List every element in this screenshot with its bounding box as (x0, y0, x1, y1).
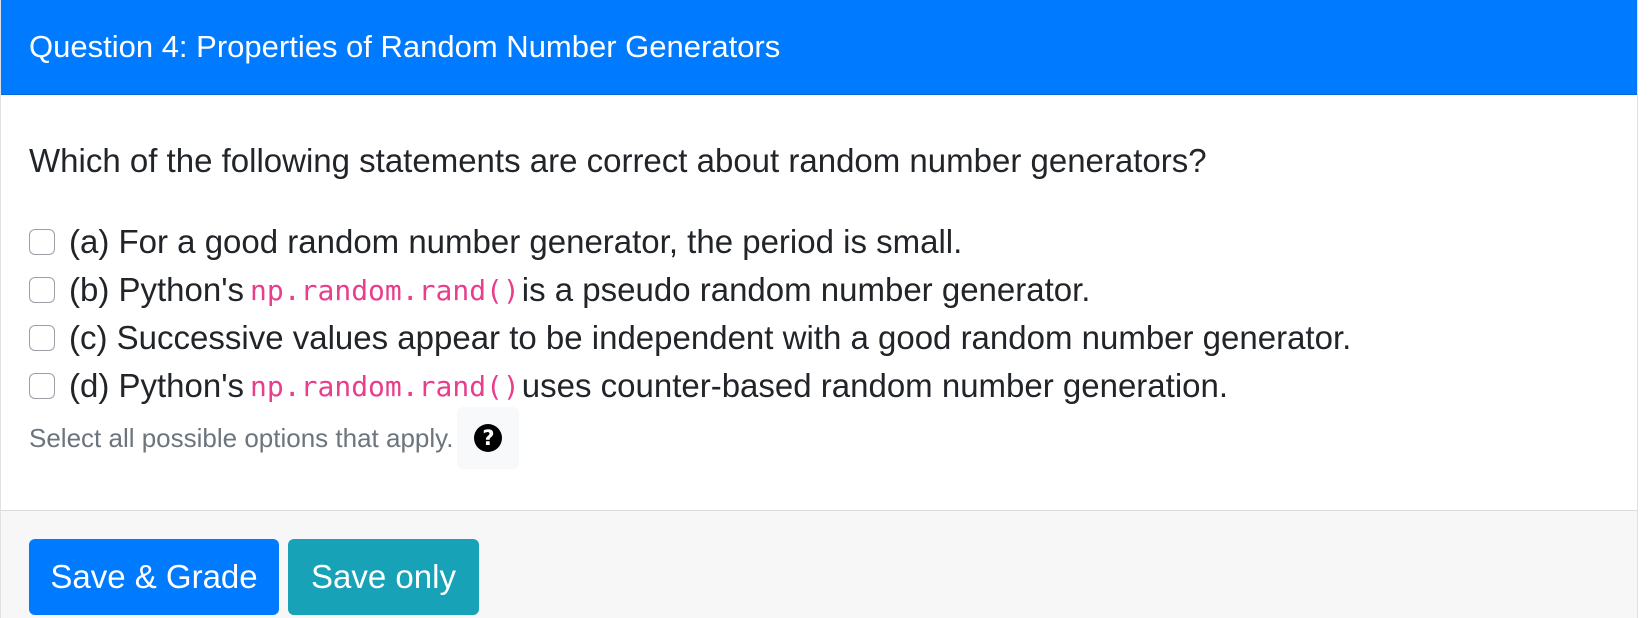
save-and-grade-button[interactable]: Save & Grade (29, 539, 279, 615)
option-a-checkbox[interactable] (29, 229, 55, 255)
question-card: Question 4: Properties of Random Number … (0, 0, 1638, 618)
question-title: Question 4: Properties of Random Number … (29, 29, 781, 64)
card-header: Question 4: Properties of Random Number … (1, 0, 1637, 95)
question-circle-icon: ? (474, 424, 503, 452)
help-button[interactable]: ? (457, 407, 520, 469)
option-b-label-end: is a pseudo random number generator. (521, 271, 1091, 308)
option-c-checkbox[interactable] (29, 325, 55, 351)
card-footer: Save & Grade Save only (1, 510, 1637, 618)
option-b-label-start: (b) Python's (69, 271, 245, 308)
help-text: Select all possible options that apply. (29, 422, 454, 453)
option-c-label: (c) Successive values appear to be indep… (69, 319, 1352, 356)
option-d-label-end: uses counter-based random number generat… (521, 367, 1229, 404)
option-d-checkbox[interactable] (29, 373, 55, 399)
save-only-button[interactable]: Save only (288, 539, 479, 615)
question-prompt: Which of the following statements are co… (29, 142, 1207, 179)
option-d-label-start: (d) Python's (69, 367, 245, 404)
help-row: Select all possible options that apply. … (29, 406, 520, 470)
option-a-label: (a) For a good random number generator, … (69, 223, 963, 260)
option-b[interactable]: (b) Python's np.random.rand() is a pseud… (29, 266, 1351, 314)
option-a[interactable]: (a) For a good random number generator, … (29, 218, 1351, 266)
option-d[interactable]: (d) Python's np.random.rand() uses count… (29, 362, 1351, 410)
option-b-checkbox[interactable] (29, 277, 55, 303)
option-d-code: np.random.rand() (250, 369, 520, 403)
option-b-code: np.random.rand() (250, 273, 520, 307)
answer-options: (a) For a good random number generator, … (29, 218, 1351, 410)
option-c[interactable]: (c) Successive values appear to be indep… (29, 314, 1351, 362)
